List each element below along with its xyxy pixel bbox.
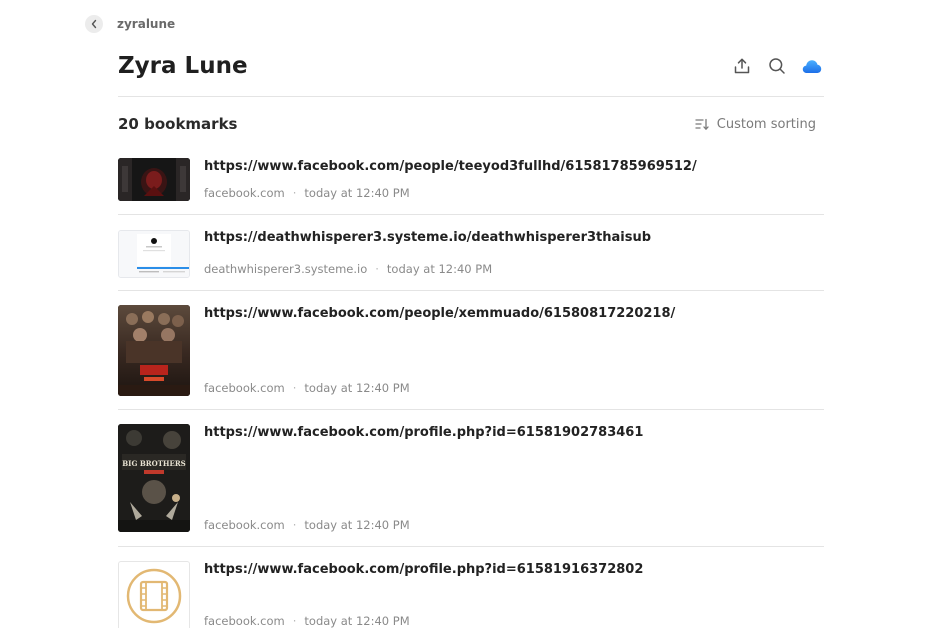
breadcrumb[interactable]: zyralune	[117, 17, 175, 31]
share-button[interactable]	[730, 54, 754, 78]
bookmark-time: today at 12:40 PM	[304, 518, 410, 532]
top-navigation: zyralune	[85, 14, 175, 33]
header-divider	[118, 96, 824, 97]
back-button[interactable]	[85, 14, 103, 33]
bookmark-row[interactable]: https://www.facebook.com/profile.php?id=…	[118, 547, 824, 628]
meta-separator: ·	[292, 614, 297, 628]
bookmark-time: today at 12:40 PM	[304, 186, 410, 200]
bookmark-count: 20 bookmarks	[118, 115, 238, 133]
bookmark-url[interactable]: https://www.facebook.com/people/teeyod3f…	[204, 158, 697, 176]
bookmark-meta: facebook.com · today at 12:40 PM	[204, 185, 410, 201]
meta-separator: ·	[292, 186, 297, 200]
list-toolbar: 20 bookmarks Custom sorting	[118, 112, 824, 136]
header-actions	[719, 54, 824, 78]
bookmark-list: https://www.facebook.com/people/teeyod3f…	[118, 150, 824, 628]
page-title: Zyra Lune	[118, 53, 248, 79]
search-icon	[769, 58, 785, 74]
share-icon	[734, 58, 750, 74]
meta-separator: ·	[375, 262, 379, 276]
bookmark-url[interactable]: https://www.facebook.com/people/xemmuado…	[204, 305, 675, 323]
bookmark-row[interactable]: https://www.facebook.com/people/teeyod3f…	[118, 150, 824, 215]
bookmark-thumbnail	[118, 230, 190, 278]
bookmark-domain: facebook.com	[204, 186, 285, 200]
bookmark-domain: facebook.com	[204, 614, 285, 628]
meta-separator: ·	[292, 381, 297, 395]
meta-separator: ·	[292, 518, 297, 532]
svg-text:BIG BROTHERS: BIG BROTHERS	[122, 459, 185, 468]
bookmark-domain: facebook.com	[204, 518, 285, 532]
dark-movie-poster-image	[118, 158, 190, 201]
bookmark-time: today at 12:40 PM	[304, 614, 410, 628]
bookmark-time: today at 12:40 PM	[304, 381, 410, 395]
bookmark-thumbnail	[118, 561, 190, 628]
action-movie-poster-image	[118, 305, 190, 396]
bookmark-meta: deathwhisperer3.systeme.io · today at 12…	[204, 261, 492, 277]
bookmark-time: today at 12:40 PM	[386, 262, 493, 276]
bookmark-row[interactable]: https://www.facebook.com/people/xemmuado…	[118, 291, 824, 410]
bookmark-thumbnail: BIG BROTHERS	[118, 424, 190, 532]
bookmark-thumbnail	[118, 305, 190, 396]
bookmark-row[interactable]: BIG BROTHERS https://www.facebook.com/pr…	[118, 410, 824, 547]
bookmark-meta: facebook.com · today at 12:40 PM	[204, 517, 410, 533]
big-brothers-poster-image: BIG BROTHERS	[118, 424, 190, 532]
chevron-left-icon	[91, 19, 97, 28]
sort-icon	[695, 118, 709, 130]
sort-label: Custom sorting	[716, 116, 816, 132]
webpage-screenshot-image	[119, 231, 189, 277]
search-button[interactable]	[765, 54, 789, 78]
bookmark-meta: facebook.com · today at 12:40 PM	[204, 613, 410, 628]
bookmark-thumbnail	[118, 158, 190, 201]
sort-button[interactable]: Custom sorting	[695, 112, 816, 136]
bookmark-domain: deathwhisperer3.systeme.io	[204, 262, 368, 276]
bookmarks-page: zyralune Zyra Lune 20 bookmarks Custom s…	[0, 0, 942, 628]
bookmark-domain: facebook.com	[204, 381, 285, 395]
bookmark-url[interactable]: https://www.facebook.com/profile.php?id=…	[204, 424, 643, 442]
bookmark-row[interactable]: https://deathwhisperer3.systeme.io/death…	[118, 215, 824, 291]
cloud-sync-button[interactable]	[800, 54, 824, 78]
film-icon	[126, 568, 182, 624]
bookmark-meta: facebook.com · today at 12:40 PM	[204, 380, 410, 396]
cloud-icon	[802, 60, 822, 73]
page-header: Zyra Lune	[118, 50, 824, 82]
bookmark-url[interactable]: https://deathwhisperer3.systeme.io/death…	[204, 229, 651, 247]
bookmark-url[interactable]: https://www.facebook.com/profile.php?id=…	[204, 561, 643, 579]
